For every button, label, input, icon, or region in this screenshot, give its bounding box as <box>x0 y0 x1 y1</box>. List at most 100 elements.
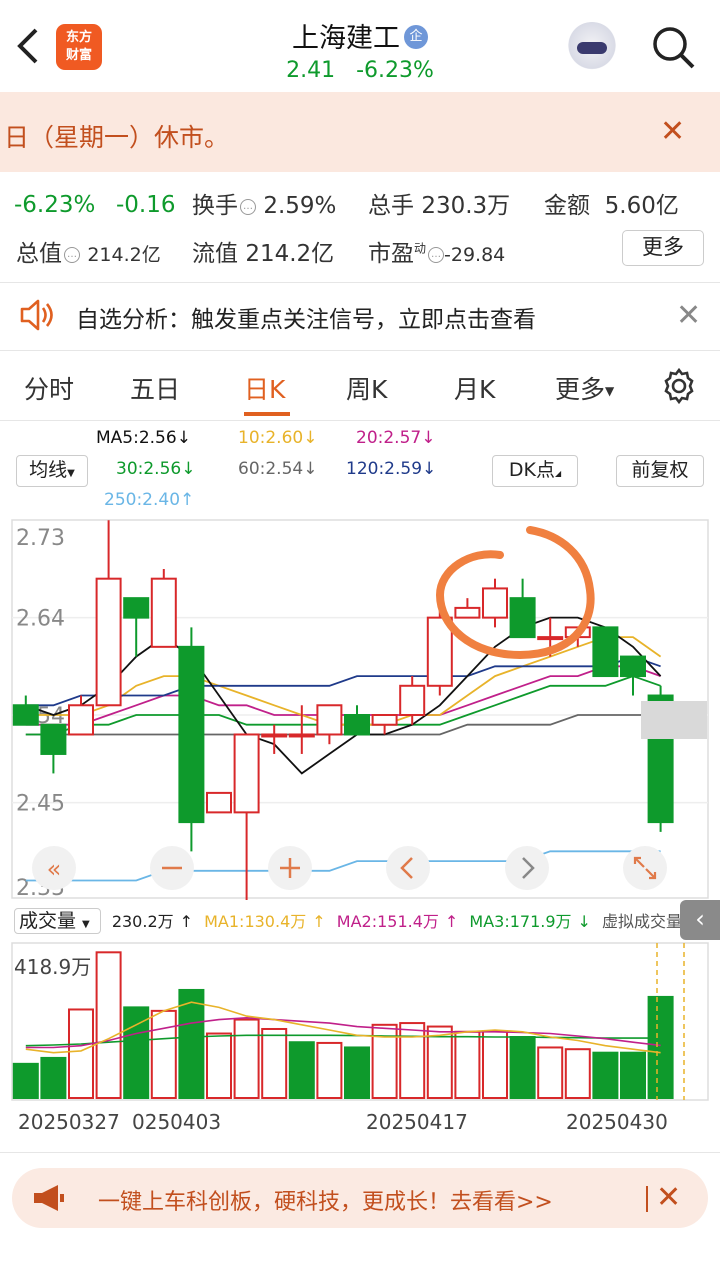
ma250-label: 250:2.40↑ <box>104 490 195 510</box>
ma120-value: 120:2.59 <box>346 459 423 479</box>
prev-button[interactable] <box>386 846 430 890</box>
chart-nav-buttons[interactable]: « <box>32 846 667 890</box>
volume-bar <box>454 1030 481 1099</box>
vol-ma2-text: MA2:151.4万 <box>336 912 439 931</box>
stock-name: 上海建工 <box>292 23 400 54</box>
kline-chart[interactable]: 2.732.642.542.452.35 « <box>0 515 720 900</box>
ma-select[interactable]: 均线▼ <box>16 455 88 487</box>
turnover-field: 换手… 2.59% <box>192 186 336 220</box>
adjust-button[interactable]: 前复权 <box>616 455 704 487</box>
volume-bar <box>12 1062 39 1100</box>
header-price: 2.41 <box>286 58 336 83</box>
tab-intraday[interactable]: 分时 <box>24 370 74 406</box>
volume-bar <box>261 1027 288 1099</box>
promo-text[interactable]: 一键上车科创板，硬科技，更成长！去看看>> <box>98 1184 553 1216</box>
date-label: 20250417 <box>366 1110 468 1134</box>
candle-body <box>288 733 315 738</box>
candle-body <box>206 791 232 814</box>
close-icon[interactable]: ✕ <box>656 1180 681 1215</box>
candle-body <box>399 684 426 716</box>
volume-bar <box>592 1051 619 1099</box>
candle-body <box>233 733 260 814</box>
pe-field: 市盈动… -29.84 <box>368 234 505 268</box>
speaker-icon <box>18 298 54 332</box>
volume-bar <box>564 1048 591 1099</box>
close-icon[interactable]: ✕ <box>660 114 685 149</box>
vol-ma1-text: MA1:130.4万 <box>204 912 307 931</box>
candle-body <box>261 733 288 738</box>
volume-bar <box>316 1041 343 1099</box>
candle-body <box>178 645 205 824</box>
divider <box>0 350 720 351</box>
corner-triangle-icon: ◢ <box>554 469 562 478</box>
volume-bar <box>509 1036 536 1099</box>
total-cap-field: 总值… 214.2亿 <box>16 234 161 268</box>
active-tab-indicator <box>244 412 290 416</box>
chevron-left-icon[interactable]: ‹ <box>680 900 720 940</box>
float-cap-label: 流值 <box>192 241 238 267</box>
volume-bar <box>178 988 205 1099</box>
tab-more[interactable]: 更多▼ <box>555 370 614 406</box>
price-tick-label: 2.73 <box>16 526 65 551</box>
tab-daily-k[interactable]: 日K <box>244 370 285 406</box>
candles <box>12 520 674 900</box>
divider <box>0 1152 720 1153</box>
price-tick-label: 2.45 <box>16 792 65 817</box>
next-button[interactable] <box>505 846 549 890</box>
tab-five-day[interactable]: 五日 <box>130 370 180 406</box>
pe-value: -29.84 <box>444 244 506 266</box>
divider <box>0 282 720 283</box>
double-left-icon: « <box>47 855 62 883</box>
divider <box>0 420 720 421</box>
float-cap-field: 流值 214.2亿 <box>192 234 334 268</box>
volume-select[interactable]: 成交量 ▼ <box>14 908 101 934</box>
volume-select-label: 成交量 <box>19 910 77 932</box>
volume-bar <box>95 951 122 1100</box>
volume-axis-max: 418.9万 <box>14 955 91 979</box>
candle-body <box>537 636 564 641</box>
close-icon[interactable]: ✕ <box>676 298 701 333</box>
quote-change-amt: -0.16 <box>116 192 176 218</box>
tab-weekly-k[interactable]: 周K <box>346 370 387 406</box>
chart-frame <box>11 519 709 899</box>
candle-body <box>40 723 67 755</box>
info-icon[interactable]: … <box>428 246 445 263</box>
search-icon[interactable] <box>650 24 696 70</box>
candle-body <box>509 597 536 639</box>
ma30-label: 30:2.56↓ <box>116 459 196 479</box>
ma60-label: 60:2.54↓ <box>238 459 318 479</box>
volume-bar <box>482 1030 508 1099</box>
volume-bar <box>40 1056 67 1100</box>
turnover-value: 2.59% <box>263 193 337 219</box>
info-icon[interactable]: … <box>64 246 80 263</box>
enterprise-badge: 企 <box>404 24 428 49</box>
date-label: 20250430 <box>566 1110 668 1134</box>
volume-label: 总手 <box>368 193 414 219</box>
analysis-message[interactable]: 自选分析：触发重点关注信号，立即点击查看 <box>76 300 536 334</box>
assistant-robot-icon[interactable] <box>566 22 618 74</box>
volume-value: 230.3万 <box>421 193 511 219</box>
dk-point-label: DK点 <box>508 459 555 481</box>
amount-label: 金额 <box>544 193 590 219</box>
volume-value: 230.2万 ↑ <box>111 912 194 931</box>
dk-point-button[interactable]: DK点◢ <box>492 455 578 487</box>
ma20-label: 20:2.57↓ <box>356 428 436 448</box>
total-cap-label: 总值 <box>16 241 62 267</box>
current-price-marker <box>641 701 707 739</box>
pe-label: 市盈 <box>368 241 414 267</box>
turnover-label: 换手 <box>192 193 238 219</box>
candle-body <box>344 714 370 736</box>
market-closed-text: 日（星期一）休市。 <box>4 123 230 152</box>
tab-more-label: 更多 <box>555 375 606 404</box>
info-icon[interactable]: … <box>240 198 256 215</box>
tab-monthly-k[interactable]: 月K <box>454 370 495 406</box>
ma-select-label: 均线 <box>29 459 68 481</box>
pe-dynamic-mark: 动 <box>414 241 427 256</box>
fullscreen-button[interactable] <box>623 846 667 890</box>
vol-ma1: MA1:130.4万 ↑ <box>204 912 326 931</box>
volume-chart[interactable]: 418.9万 <box>0 940 720 1105</box>
dropdown-triangle-icon: ▼ <box>605 384 615 398</box>
quote-change-pct: -6.23% <box>14 192 96 218</box>
more-quote-button[interactable]: 更多 <box>622 230 704 266</box>
gear-icon[interactable] <box>660 367 698 405</box>
